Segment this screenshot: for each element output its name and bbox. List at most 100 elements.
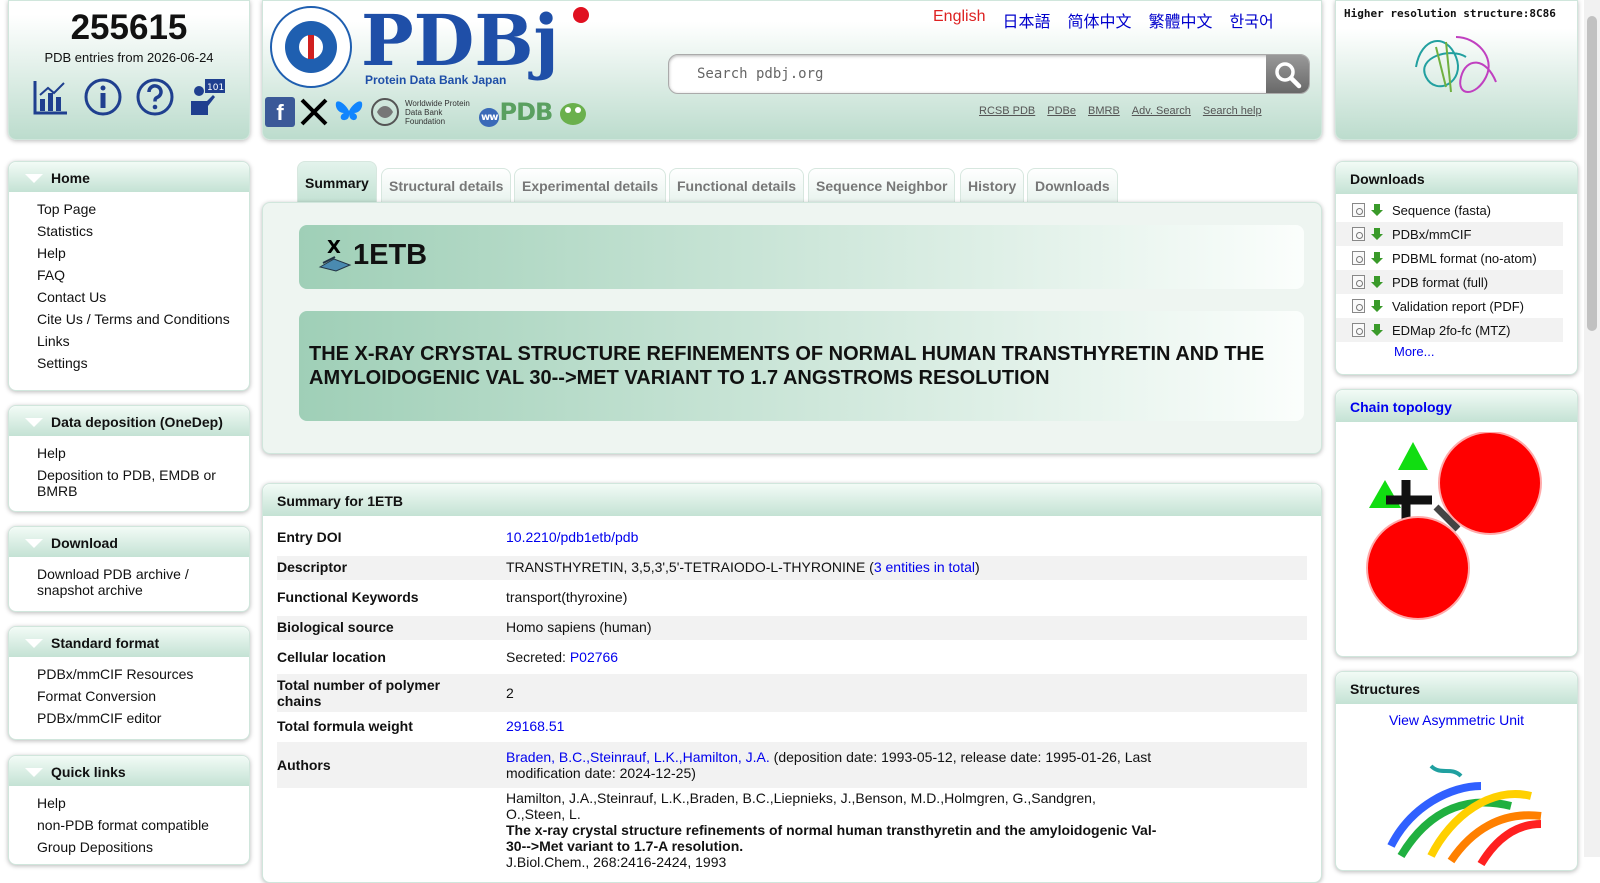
- chain-topology-diagram[interactable]: [1366, 432, 1546, 627]
- tab-sequence-neighbor[interactable]: Sequence Neighbor: [808, 168, 956, 202]
- uniprot-link[interactable]: P02766: [570, 649, 618, 665]
- download-arrow-icon[interactable]: [1370, 251, 1384, 265]
- collapse-triangle-icon[interactable]: [25, 418, 43, 427]
- download-item[interactable]: PDBML format (no-atom): [1336, 246, 1563, 270]
- view-document-icon[interactable]: [1352, 227, 1365, 241]
- nav-item-top-page[interactable]: Top Page: [37, 198, 239, 220]
- collapse-triangle-icon[interactable]: [25, 174, 43, 183]
- nav-item-help[interactable]: Help: [37, 242, 239, 264]
- nav-item-quick-help[interactable]: Help: [37, 792, 239, 814]
- tab-experimental-details[interactable]: Experimental details: [514, 168, 667, 202]
- help-question-icon[interactable]: [135, 77, 175, 117]
- view-document-icon[interactable]: [1352, 251, 1365, 265]
- nav-item-non-pdb[interactable]: non-PDB format compatible: [37, 814, 239, 836]
- link-search-help[interactable]: Search help: [1203, 105, 1262, 117]
- nav-item-deposition[interactable]: Deposition to PDB, EMDB or BMRB: [37, 464, 239, 502]
- link-adv-search[interactable]: Adv. Search: [1132, 105, 1191, 117]
- link-bmrb[interactable]: BMRB: [1088, 105, 1120, 117]
- search-box[interactable]: Search pdbj.org: [668, 54, 1310, 94]
- nav-quick-links-header[interactable]: Quick links: [9, 756, 249, 786]
- x-twitter-icon[interactable]: [299, 97, 329, 127]
- chain-topology-link[interactable]: Chain topology: [1350, 399, 1452, 415]
- bluesky-icon[interactable]: [333, 97, 365, 127]
- view-asymmetric-unit-link[interactable]: View Asymmetric Unit: [1389, 712, 1524, 728]
- nav-item-mmcif-editor[interactable]: PDBx/mmCIF editor: [37, 707, 239, 729]
- lang-japanese[interactable]: 日本語: [1002, 8, 1050, 32]
- entry-title: THE X-RAY CRYSTAL STRUCTURE REFINEMENTS …: [309, 343, 1265, 389]
- download-arrow-icon[interactable]: [1370, 227, 1384, 241]
- pdbj-logo-text[interactable]: PDBj: [361, 3, 559, 79]
- view-document-icon[interactable]: [1352, 203, 1365, 217]
- vertical-scrollbar[interactable]: [1584, 0, 1600, 857]
- collapse-triangle-icon[interactable]: [25, 639, 43, 648]
- chain-topology-panel: Chain topology: [1335, 389, 1578, 657]
- download-item[interactable]: PDB format (full): [1336, 270, 1563, 294]
- view-document-icon[interactable]: [1352, 275, 1365, 289]
- nav-item-faq[interactable]: FAQ: [37, 264, 239, 286]
- tab-structural-details[interactable]: Structural details: [381, 168, 512, 202]
- nav-item-deposition-help[interactable]: Help: [37, 442, 239, 464]
- download-item[interactable]: Sequence (fasta): [1336, 198, 1563, 222]
- doi-link[interactable]: 10.2210/pdb1etb/pdb: [506, 529, 638, 545]
- download-label: PDBML format (no-atom): [1392, 250, 1537, 266]
- download-item[interactable]: PDBx/mmCIF: [1336, 222, 1563, 246]
- collapse-triangle-icon[interactable]: [25, 768, 43, 777]
- pdbj-seal-logo[interactable]: [269, 5, 353, 89]
- learning-101-icon[interactable]: 101: [187, 77, 227, 117]
- download-arrow-icon[interactable]: [1370, 299, 1384, 313]
- facebook-icon[interactable]: f: [265, 97, 295, 127]
- view-document-icon[interactable]: [1352, 323, 1365, 337]
- info-icon[interactable]: [83, 77, 123, 117]
- wwpdb-logo[interactable]: wwPDB: [479, 98, 553, 127]
- download-label: Sequence (fasta): [1392, 202, 1492, 218]
- nav-item-group-depositions[interactable]: Group Depositions: [37, 836, 239, 858]
- lang-traditional-chinese[interactable]: 繁體中文: [1149, 8, 1213, 32]
- nav-item-format-conversion[interactable]: Format Conversion: [37, 685, 239, 707]
- nav-home-header[interactable]: Home: [9, 162, 249, 192]
- lang-korean[interactable]: 한국어: [1230, 8, 1274, 32]
- higher-resolution-structure-thumbnail[interactable]: [1406, 27, 1506, 103]
- collapse-triangle-icon[interactable]: [25, 539, 43, 548]
- tab-downloads[interactable]: Downloads: [1027, 168, 1118, 202]
- nav-download-header[interactable]: Download: [9, 527, 249, 557]
- search-button[interactable]: [1266, 55, 1309, 93]
- higher-resolution-label[interactable]: Higher resolution structure:8C86: [1336, 1, 1577, 20]
- scrollbar-thumb[interactable]: [1587, 16, 1597, 331]
- mascot-icon[interactable]: [556, 97, 590, 127]
- nav-item-links[interactable]: Links: [37, 330, 239, 352]
- tab-summary[interactable]: Summary: [297, 161, 377, 202]
- search-input[interactable]: Search pdbj.org: [697, 66, 823, 82]
- svg-text:X: X: [327, 237, 341, 258]
- download-arrow-icon[interactable]: [1370, 275, 1384, 289]
- statistics-chart-icon[interactable]: [31, 77, 71, 117]
- authors-link[interactable]: Braden, B.C.,Steinrauf, L.K.,Hamilton, J…: [506, 749, 770, 765]
- nav-item-cite[interactable]: Cite Us / Terms and Conditions: [37, 308, 239, 330]
- view-document-icon[interactable]: [1352, 299, 1365, 313]
- wwpdb-foundation-icon[interactable]: [369, 97, 401, 127]
- lang-simplified-chinese[interactable]: 简体中文: [1068, 8, 1132, 32]
- summary-row-doi: Entry DOI 10.2210/pdb1etb/pdb: [277, 526, 1307, 550]
- lang-english[interactable]: English: [933, 8, 985, 32]
- weight-link[interactable]: 29168.51: [506, 718, 564, 734]
- nav-item-download-archive[interactable]: Download PDB archive / snapshot archive: [37, 563, 239, 601]
- nav-item-contact[interactable]: Contact Us: [37, 286, 239, 308]
- download-item[interactable]: EDMap 2fo-fc (MTZ): [1336, 318, 1563, 342]
- structure-ribbon-image[interactable]: [1371, 756, 1551, 866]
- nav-deposition-header[interactable]: Data deposition (OneDep): [9, 406, 249, 436]
- more-downloads-link[interactable]: More...: [1394, 344, 1434, 359]
- download-arrow-icon[interactable]: [1370, 203, 1384, 217]
- tab-history[interactable]: History: [960, 168, 1025, 202]
- entities-link[interactable]: 3 entities in total: [874, 559, 975, 575]
- nav-box-download: Download Download PDB archive / snapshot…: [8, 526, 250, 612]
- nav-standard-format-header[interactable]: Standard format: [9, 627, 249, 657]
- nav-item-statistics[interactable]: Statistics: [37, 220, 239, 242]
- download-arrow-icon[interactable]: [1370, 323, 1384, 337]
- nav-item-settings[interactable]: Settings: [37, 352, 239, 374]
- tab-functional-details[interactable]: Functional details: [669, 168, 805, 202]
- stats-icon-row: 101: [9, 77, 249, 117]
- row-label: Functional Keywords: [277, 589, 419, 605]
- link-pdbe[interactable]: PDBe: [1047, 105, 1076, 117]
- nav-item-mmcif-resources[interactable]: PDBx/mmCIF Resources: [37, 663, 239, 685]
- download-item[interactable]: Validation report (PDF): [1336, 294, 1563, 318]
- link-rcsb[interactable]: RCSB PDB: [979, 105, 1035, 117]
